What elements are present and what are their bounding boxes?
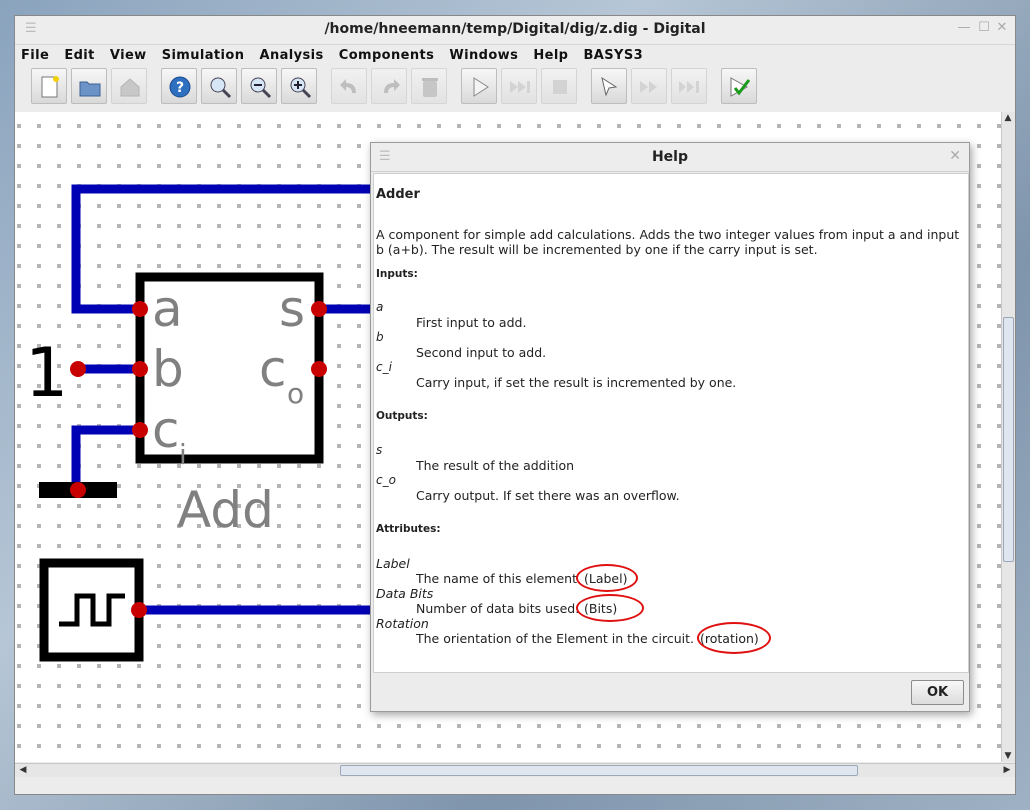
window-title: /home/hneemann/temp/Digital/dig/z.dig - … xyxy=(324,21,706,37)
help-dialog: ☰ Help ✕ Adder A component for simple ad… xyxy=(370,142,970,712)
attribute-desc: The name of this element. xyxy=(416,571,581,586)
run-button[interactable] xyxy=(461,68,497,104)
svg-text:?: ? xyxy=(176,80,184,96)
new-file-icon xyxy=(41,76,59,98)
output-desc: Carry output. If set there was an overfl… xyxy=(416,488,680,503)
outputs-heading: Outputs: xyxy=(376,410,428,422)
stop-icon xyxy=(553,80,567,94)
title-bar: ☰ /home/hneemann/temp/Digital/dig/z.dig … xyxy=(15,16,1015,45)
zoom-out-button[interactable] xyxy=(241,68,277,104)
vertical-scroll-thumb[interactable] xyxy=(1003,317,1014,562)
adder-output-co-label: c xyxy=(259,340,287,398)
save-icon xyxy=(120,78,140,97)
undo-button[interactable] xyxy=(331,68,367,104)
attributes-heading: Attributes: xyxy=(376,523,441,535)
step-icon xyxy=(510,81,530,93)
redo-button[interactable] xyxy=(371,68,407,104)
help-icon: ? xyxy=(169,76,191,98)
input-name: a xyxy=(376,300,384,314)
attribute-desc: Number of data bits used. xyxy=(416,601,580,616)
component-name: Adder xyxy=(376,187,420,202)
menu-analysis[interactable]: Analysis xyxy=(260,46,324,66)
redo-icon xyxy=(384,79,400,93)
adder-input-b-label: b xyxy=(152,340,184,398)
menu-simulation[interactable]: Simulation xyxy=(162,46,245,66)
menu-bar: File Edit View Simulation Analysis Compo… xyxy=(15,44,1015,64)
open-button[interactable] xyxy=(71,68,107,104)
zoom-fit-icon xyxy=(210,77,232,99)
menu-edit[interactable]: Edit xyxy=(64,46,94,66)
zoom-out-icon xyxy=(250,77,272,99)
scroll-up-icon[interactable]: ▲ xyxy=(1002,112,1014,124)
input-name: b xyxy=(376,330,384,344)
output-name: c_o xyxy=(376,473,396,487)
delete-icon xyxy=(422,78,438,97)
menu-file[interactable]: File xyxy=(21,46,49,66)
attribute-desc: The orientation of the Element in the ci… xyxy=(416,631,695,646)
minimize-icon[interactable]: — xyxy=(957,21,971,35)
toolbar: ? xyxy=(15,64,1015,110)
step-button[interactable] xyxy=(501,68,537,104)
menu-components[interactable]: Components xyxy=(339,46,435,66)
select-pointer-icon xyxy=(601,76,618,97)
menu-basys3[interactable]: BASYS3 xyxy=(583,46,643,66)
fast-forward-icon xyxy=(640,81,657,93)
attribute-name: Rotation xyxy=(376,616,429,631)
vertical-scrollbar[interactable]: ▲ ▼ xyxy=(1001,112,1015,762)
horizontal-scrollbar[interactable]: ◀ ▶ xyxy=(15,763,1015,777)
inputs-heading: Inputs: xyxy=(376,268,418,280)
help-button[interactable]: ? xyxy=(161,68,197,104)
help-dialog-title: Help xyxy=(651,149,689,165)
annotation-circle xyxy=(576,564,638,592)
scroll-left-icon[interactable]: ◀ xyxy=(17,764,29,776)
menu-view[interactable]: View xyxy=(110,46,147,66)
constant-value: 1 xyxy=(25,334,68,413)
horizontal-scroll-thumb[interactable] xyxy=(340,765,858,776)
select-button[interactable] xyxy=(591,68,627,104)
stop-button[interactable] xyxy=(541,68,577,104)
test-button[interactable] xyxy=(721,68,757,104)
adder-input-ci-subscript: i xyxy=(179,438,187,471)
new-file-button[interactable] xyxy=(31,68,67,104)
zoom-fit-button[interactable] xyxy=(201,68,237,104)
ok-button[interactable]: OK xyxy=(911,680,964,705)
adder-input-a-label: a xyxy=(152,280,183,338)
zoom-in-icon xyxy=(290,77,312,99)
scroll-right-icon[interactable]: ▶ xyxy=(1001,764,1013,776)
scroll-down-icon[interactable]: ▼ xyxy=(1002,750,1014,762)
help-content: Adder A component for simple add calcula… xyxy=(373,173,969,673)
dialog-close-icon[interactable]: ✕ xyxy=(949,148,961,164)
description-line-1: A component for simple add calculations.… xyxy=(376,227,960,242)
check-icon xyxy=(730,77,751,97)
adder-output-s-label: s xyxy=(279,280,305,338)
help-title-bar: ☰ Help ✕ xyxy=(371,143,969,172)
attribute-name: Data Bits xyxy=(376,586,434,601)
delete-button[interactable] xyxy=(411,68,447,104)
attribute-name: Label xyxy=(376,556,410,571)
fast-forward-button[interactable] xyxy=(631,68,667,104)
menu-windows[interactable]: Windows xyxy=(449,46,518,66)
description-line-2: b (a+b). The result will be incremented … xyxy=(376,242,818,257)
fast-forward-end-icon xyxy=(679,81,699,93)
maximize-icon[interactable]: ☐ xyxy=(977,21,991,35)
adder-component-label: Add xyxy=(177,481,274,539)
annotation-circle xyxy=(697,622,771,654)
zoom-in-button[interactable] xyxy=(281,68,317,104)
input-desc: Carry input, if set the result is increm… xyxy=(416,375,737,390)
adder-input-ci-label: c xyxy=(152,401,180,459)
input-desc: First input to add. xyxy=(416,315,527,330)
output-name: s xyxy=(376,443,383,457)
close-icon[interactable]: ✕ xyxy=(995,21,1009,35)
undo-icon xyxy=(340,79,356,93)
adder-output-co-subscript: o xyxy=(287,377,304,410)
menu-help[interactable]: Help xyxy=(533,46,568,66)
output-desc: The result of the addition xyxy=(416,458,575,473)
input-desc: Second input to add. xyxy=(416,345,547,360)
open-folder-icon xyxy=(79,81,101,97)
input-name: c_i xyxy=(376,360,392,374)
annotation-circle xyxy=(576,594,644,622)
save-button[interactable] xyxy=(111,68,147,104)
fast-forward-end-button[interactable] xyxy=(671,68,707,104)
run-icon xyxy=(473,77,489,97)
